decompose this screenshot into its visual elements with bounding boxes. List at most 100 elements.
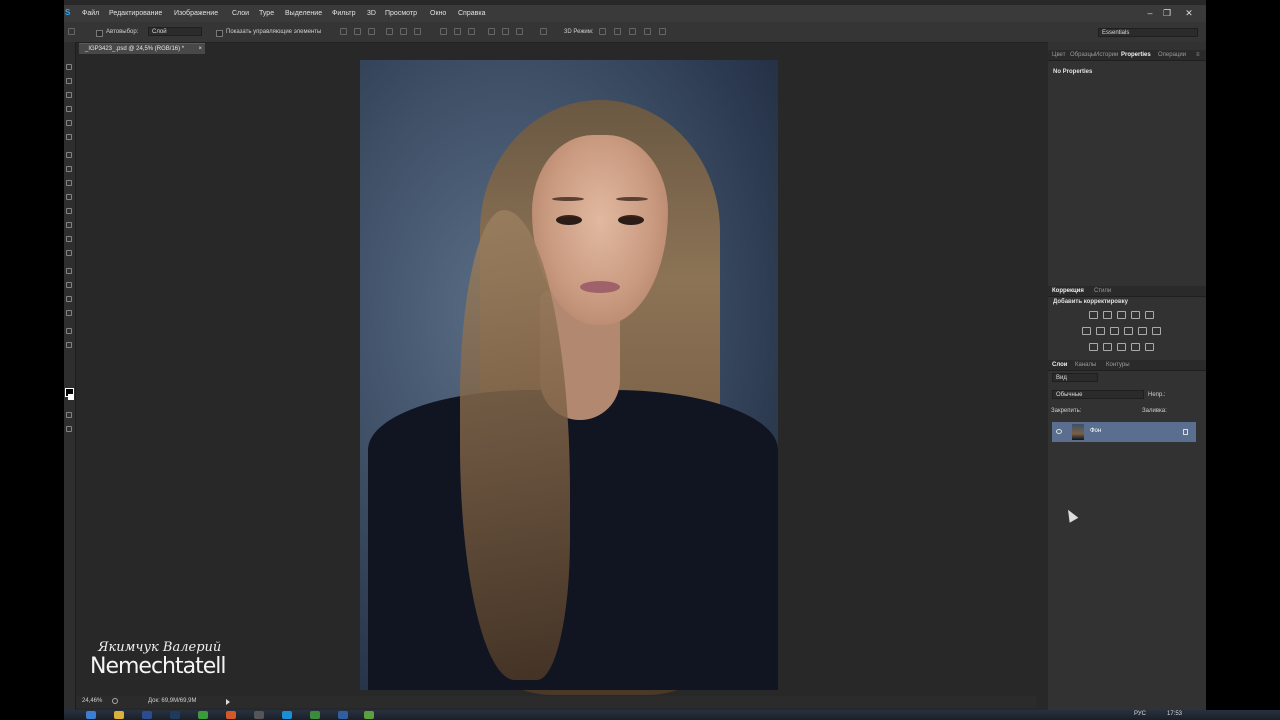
- crop-tool-icon[interactable]: [66, 120, 72, 126]
- move-tool-icon[interactable]: [68, 28, 75, 35]
- start-button-area[interactable]: [0, 710, 64, 720]
- distribute-hcenter-icon[interactable]: [502, 28, 509, 35]
- curves-icon[interactable]: [1117, 311, 1126, 319]
- hand-tool-icon[interactable]: [66, 328, 72, 334]
- align-bottom-icon[interactable]: [368, 28, 375, 35]
- menu-filter[interactable]: Фильтр: [332, 10, 356, 17]
- align-right-icon[interactable]: [414, 28, 421, 35]
- shape-tool-icon[interactable]: [66, 310, 72, 316]
- dodge-tool-icon[interactable]: [66, 250, 72, 256]
- gradient-tool-icon[interactable]: [66, 222, 72, 228]
- pen-tool-icon[interactable]: [66, 268, 72, 274]
- menu-window[interactable]: Окно: [430, 10, 446, 17]
- levels-icon[interactable]: [1103, 311, 1112, 319]
- layer-name[interactable]: Фон: [1090, 428, 1101, 434]
- history-brush-icon[interactable]: [66, 194, 72, 200]
- exposure-icon[interactable]: [1131, 311, 1140, 319]
- skype-icon[interactable]: [282, 711, 292, 719]
- close-button[interactable]: ✕: [1183, 8, 1195, 18]
- canvas-workspace[interactable]: [76, 54, 1036, 696]
- move-tool-icon[interactable]: [66, 64, 72, 70]
- color-lookup-icon[interactable]: [1152, 327, 1161, 335]
- tab-paths[interactable]: Контуры: [1106, 362, 1130, 368]
- brightness-icon[interactable]: [1089, 311, 1098, 319]
- brush-tool-icon[interactable]: [66, 166, 72, 172]
- tab-color[interactable]: Цвет: [1052, 52, 1065, 58]
- tab-history[interactable]: Истории: [1095, 52, 1118, 58]
- posterize-icon[interactable]: [1103, 343, 1112, 351]
- align-top-icon[interactable]: [340, 28, 347, 35]
- chrome-icon[interactable]: [198, 711, 208, 719]
- channel-mixer-icon[interactable]: [1138, 327, 1147, 335]
- ie-icon[interactable]: [86, 711, 96, 719]
- auto-select-checkbox[interactable]: [96, 30, 103, 37]
- menu-3d[interactable]: 3D: [367, 10, 376, 17]
- distribute-left-icon[interactable]: [488, 28, 495, 35]
- vibrance-icon[interactable]: [1145, 311, 1154, 319]
- align-vcenter-icon[interactable]: [354, 28, 361, 35]
- eye-visibility-icon[interactable]: [1056, 429, 1062, 434]
- scale-3d-icon[interactable]: [659, 28, 666, 35]
- hue-saturation-icon[interactable]: [1082, 327, 1091, 335]
- status-menu-arrow-icon[interactable]: [226, 699, 230, 705]
- photoshop-taskbar-icon[interactable]: [142, 711, 152, 719]
- tab-adjustments[interactable]: Коррекция: [1052, 288, 1084, 294]
- menu-select[interactable]: Выделение: [285, 10, 322, 17]
- menu-file[interactable]: Файл: [82, 10, 99, 17]
- blur-tool-icon[interactable]: [66, 236, 72, 242]
- align-hcenter-icon[interactable]: [400, 28, 407, 35]
- workspace-select[interactable]: Essentials: [1098, 28, 1198, 37]
- menu-help[interactable]: Справка: [458, 10, 485, 17]
- zoom-readout[interactable]: 24,46%: [82, 698, 102, 704]
- auto-align-icon[interactable]: [540, 28, 547, 35]
- eraser-tool-icon[interactable]: [66, 208, 72, 214]
- media-icon[interactable]: [338, 711, 348, 719]
- minimize-button[interactable]: –: [1144, 8, 1156, 18]
- drag-3d-icon[interactable]: [629, 28, 636, 35]
- selective-color-icon[interactable]: [1145, 343, 1154, 351]
- zoom-tool-icon[interactable]: [66, 342, 72, 348]
- layer-filter-select[interactable]: Вид: [1052, 373, 1098, 382]
- language-indicator[interactable]: РУС: [1134, 711, 1146, 717]
- lasso-tool-icon[interactable]: [66, 92, 72, 98]
- lightroom-icon[interactable]: [170, 711, 180, 719]
- black-white-icon[interactable]: [1110, 327, 1119, 335]
- tab-actions[interactable]: Операции: [1158, 52, 1186, 58]
- blend-mode-select[interactable]: Обычные: [1052, 390, 1144, 399]
- menu-image[interactable]: Изображение: [174, 10, 218, 17]
- panel-menu-icon[interactable]: ≡: [1196, 52, 1200, 58]
- browser-icon[interactable]: [226, 711, 236, 719]
- distribute-vcenter-icon[interactable]: [454, 28, 461, 35]
- invert-icon[interactable]: [1089, 343, 1098, 351]
- menu-layers[interactable]: Слои: [232, 10, 249, 17]
- auto-select-dropdown[interactable]: Слой: [148, 27, 202, 36]
- document-close-icon[interactable]: ×: [198, 46, 202, 52]
- show-transform-checkbox[interactable]: [216, 30, 223, 37]
- tab-swatches[interactable]: Образцы: [1070, 52, 1095, 58]
- explorer-icon[interactable]: [114, 711, 124, 719]
- quick-select-tool-icon[interactable]: [66, 106, 72, 112]
- healing-brush-icon[interactable]: [66, 152, 72, 158]
- threshold-icon[interactable]: [1117, 343, 1126, 351]
- screen-mode-icon[interactable]: [66, 426, 72, 432]
- tab-styles[interactable]: Стили: [1094, 288, 1111, 294]
- clone-stamp-icon[interactable]: [66, 180, 72, 186]
- layer-row[interactable]: Фон: [1052, 422, 1196, 442]
- tab-channels[interactable]: Каналы: [1075, 362, 1096, 368]
- quick-mask-icon[interactable]: [66, 412, 72, 418]
- align-left-icon[interactable]: [386, 28, 393, 35]
- eyedropper-tool-icon[interactable]: [66, 134, 72, 140]
- color-balance-icon[interactable]: [1096, 327, 1105, 335]
- type-tool-icon[interactable]: [66, 282, 72, 288]
- distribute-top-icon[interactable]: [440, 28, 447, 35]
- tab-layers[interactable]: Слои: [1052, 362, 1067, 368]
- tab-properties[interactable]: Properties: [1121, 52, 1151, 58]
- menu-type[interactable]: Туре: [259, 10, 274, 17]
- restore-button[interactable]: ❐: [1161, 8, 1173, 18]
- marquee-tool-icon[interactable]: [66, 78, 72, 84]
- portrait-photo[interactable]: [360, 60, 778, 695]
- utility-icon[interactable]: [310, 711, 320, 719]
- clock[interactable]: 17:53: [1167, 711, 1182, 717]
- roll-3d-icon[interactable]: [614, 28, 621, 35]
- menu-view[interactable]: Просмотр: [385, 10, 417, 17]
